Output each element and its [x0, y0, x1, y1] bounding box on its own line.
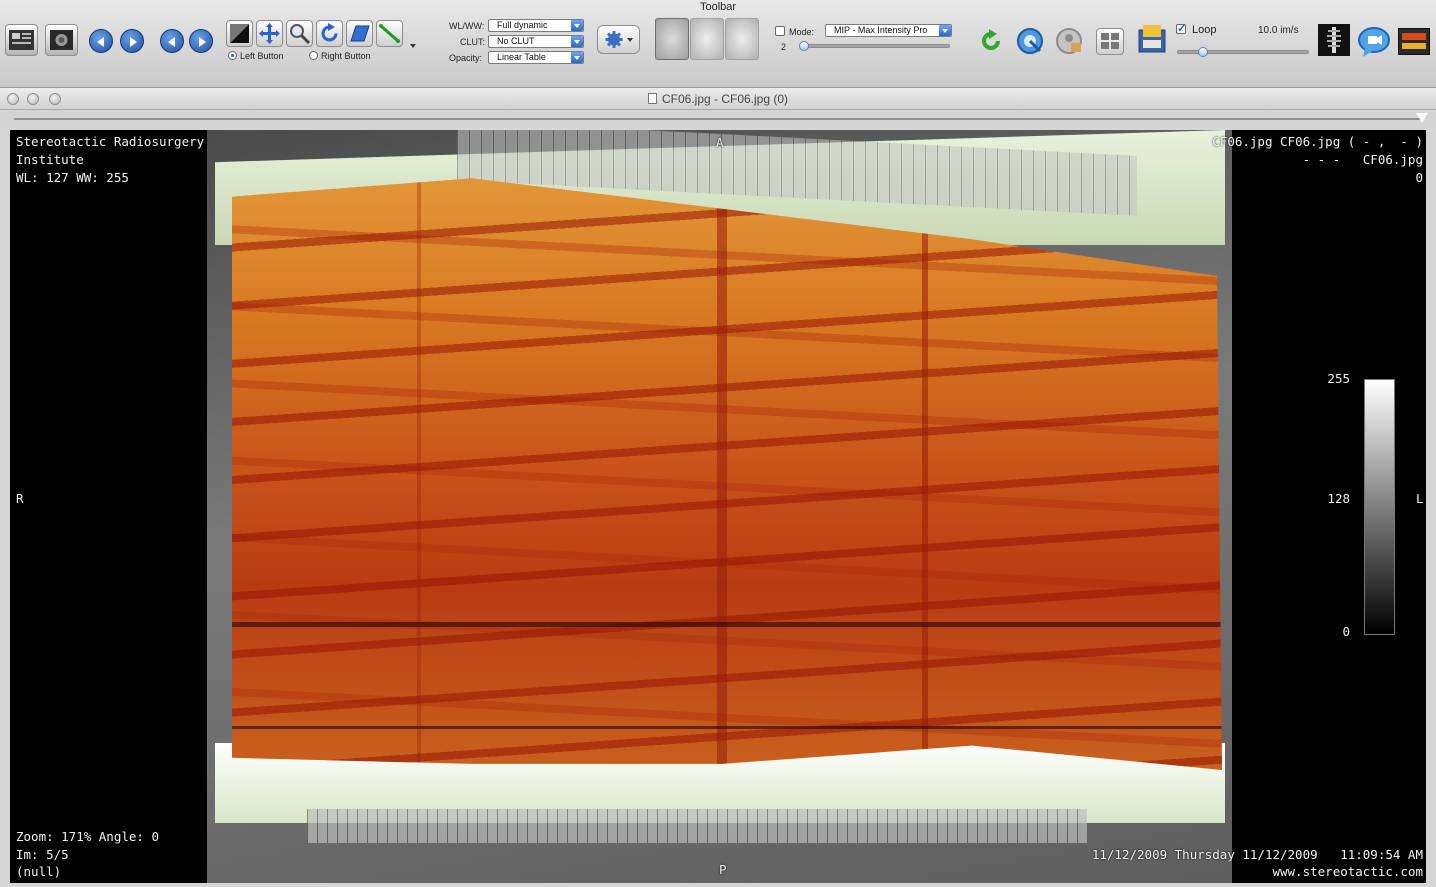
mode-select[interactable]: MIP - Max Intensity Pro [825, 24, 952, 37]
mode-chevron-down-icon [939, 25, 951, 36]
slab-tool-icon[interactable] [346, 20, 373, 47]
zoom-tool-icon[interactable] [286, 20, 313, 47]
left-button-label: Left Button [240, 51, 284, 61]
database-icon[interactable] [5, 24, 38, 56]
previous-series-icon[interactable] [89, 29, 113, 53]
orientation-bottom: P [719, 862, 727, 877]
settings-icon [605, 31, 633, 48]
spine-icon[interactable] [1318, 24, 1350, 56]
series-info-line2: - - - CF06.jpg [1302, 152, 1423, 167]
window-titlebar: CF06.jpg - CF06.jpg (0) [0, 88, 1436, 110]
right-button-radio[interactable] [309, 51, 318, 60]
tissue-cut-line [417, 180, 421, 770]
opacity-chevron-down-icon [571, 52, 583, 63]
website-readout: www.stereotactic.com [1272, 864, 1423, 879]
clut-value: No CLUT [497, 36, 535, 46]
clut-chevron-down-icon [571, 36, 583, 47]
institution-line2: Institute [16, 152, 84, 167]
tissue-cut-line [922, 180, 928, 770]
wlww-chevron-down-icon [571, 20, 583, 31]
right-button-label: Right Button [321, 51, 371, 61]
null-readout: (null) [16, 864, 62, 879]
chat-icon[interactable] [1357, 26, 1391, 63]
slab-slider-knob[interactable] [799, 41, 809, 51]
anonymize-icon[interactable] [1054, 26, 1084, 61]
tools-menu-chevron-down-icon[interactable] [410, 44, 416, 48]
specimen-image [207, 130, 1232, 883]
wlww-value: Full dynamic [497, 20, 548, 30]
wlww-tool-icon[interactable] [226, 20, 253, 47]
measure-tool-icon[interactable] [376, 20, 403, 47]
study-date-readout: 11/12/2009 Thursday 11/12/2009 11:09:54 … [1091, 847, 1423, 862]
clut-label: CLUT: [460, 37, 486, 47]
mode-label: Mode: [789, 27, 815, 37]
wlww-select[interactable]: Full dynamic [488, 19, 584, 32]
loop-checkbox[interactable] [1176, 22, 1186, 35]
image-index-readout: Im: 5/5 [16, 847, 69, 862]
opacity-select[interactable]: Linear Table [488, 51, 584, 64]
sync-icon[interactable] [1015, 26, 1045, 61]
toolbar-title: Toolbar [699, 1, 737, 13]
layout-icon[interactable] [1096, 28, 1124, 55]
tissue-dark-band [232, 726, 1222, 729]
opacity-value: Linear Table [497, 52, 546, 62]
rotate-tool-icon[interactable] [316, 20, 343, 47]
zoom-angle-readout: Zoom: 171% Angle: 0 [16, 829, 159, 844]
slab-thickness-value: 2 [781, 42, 787, 52]
orientation-left: R [16, 491, 24, 506]
tissue-cut-line [717, 180, 727, 770]
image-scrubber-track [14, 118, 1422, 120]
color-scale-bar [1364, 379, 1395, 635]
coronal-view-thumbnail[interactable] [690, 18, 724, 60]
osirix-viewer-app: Toolbar Left Button Right Button WL/WW: … [0, 0, 1436, 887]
image-scrubber-knob[interactable] [1416, 113, 1428, 123]
document-icon [647, 93, 657, 104]
color-scale-max: 255 [1327, 371, 1350, 386]
series-info-line1: CF06.jpg CF06.jpg ( - , - ) [1212, 134, 1423, 149]
loop-speed-value: 10.0 im/s [1258, 25, 1299, 36]
series-info-line3: 0 [1415, 170, 1423, 185]
color-scale-min: 0 [1342, 624, 1350, 639]
previous-image-icon[interactable] [160, 29, 184, 53]
image-scrubber[interactable] [0, 110, 1436, 128]
window-level-readout: WL: 127 WW: 255 [16, 170, 129, 185]
settings-button[interactable] [597, 25, 640, 54]
slab-slider[interactable] [800, 44, 950, 48]
wlww-label: WL/WW: [449, 21, 485, 31]
ruler-bottom [307, 809, 1087, 843]
loop-label: Loop [1192, 24, 1217, 36]
reset-icon[interactable] [978, 28, 1004, 59]
export-icon[interactable] [1136, 22, 1168, 61]
loop-speed-slider-knob[interactable] [1198, 47, 1208, 57]
mode-value: MIP - Max Intensity Pro [834, 25, 928, 35]
axial-view-thumbnail[interactable] [655, 18, 689, 60]
window-title-text: CF06.jpg - CF06.jpg (0) [661, 92, 789, 106]
next-series-icon[interactable] [120, 29, 144, 53]
clut-select[interactable]: No CLUT [488, 35, 584, 48]
image-viewer[interactable]: Stereotactic Radiosurgery Institute WL: … [10, 130, 1426, 883]
institution-line1: Stereotactic Radiosurgery [16, 134, 205, 149]
left-button-radio[interactable] [228, 51, 237, 60]
tissue-dark-band [232, 622, 1222, 627]
move-tool-icon[interactable] [256, 20, 283, 47]
orientation-top: A [716, 135, 724, 150]
loop-speed-slider[interactable] [1177, 50, 1309, 54]
tissue-section [232, 178, 1222, 770]
color-scale-mid: 128 [1327, 491, 1350, 506]
warning-icon[interactable] [1398, 28, 1430, 55]
viewer-icon[interactable] [45, 24, 78, 56]
toolbar: Toolbar Left Button Right Button WL/WW: … [0, 0, 1436, 88]
window-title: CF06.jpg - CF06.jpg (0) [0, 92, 1436, 106]
opacity-label: Opacity: [449, 53, 483, 63]
orientation-right: L [1416, 491, 1424, 506]
mode-checkbox[interactable] [775, 26, 785, 36]
next-image-icon[interactable] [189, 29, 213, 53]
sagittal-view-thumbnail[interactable] [725, 18, 759, 60]
